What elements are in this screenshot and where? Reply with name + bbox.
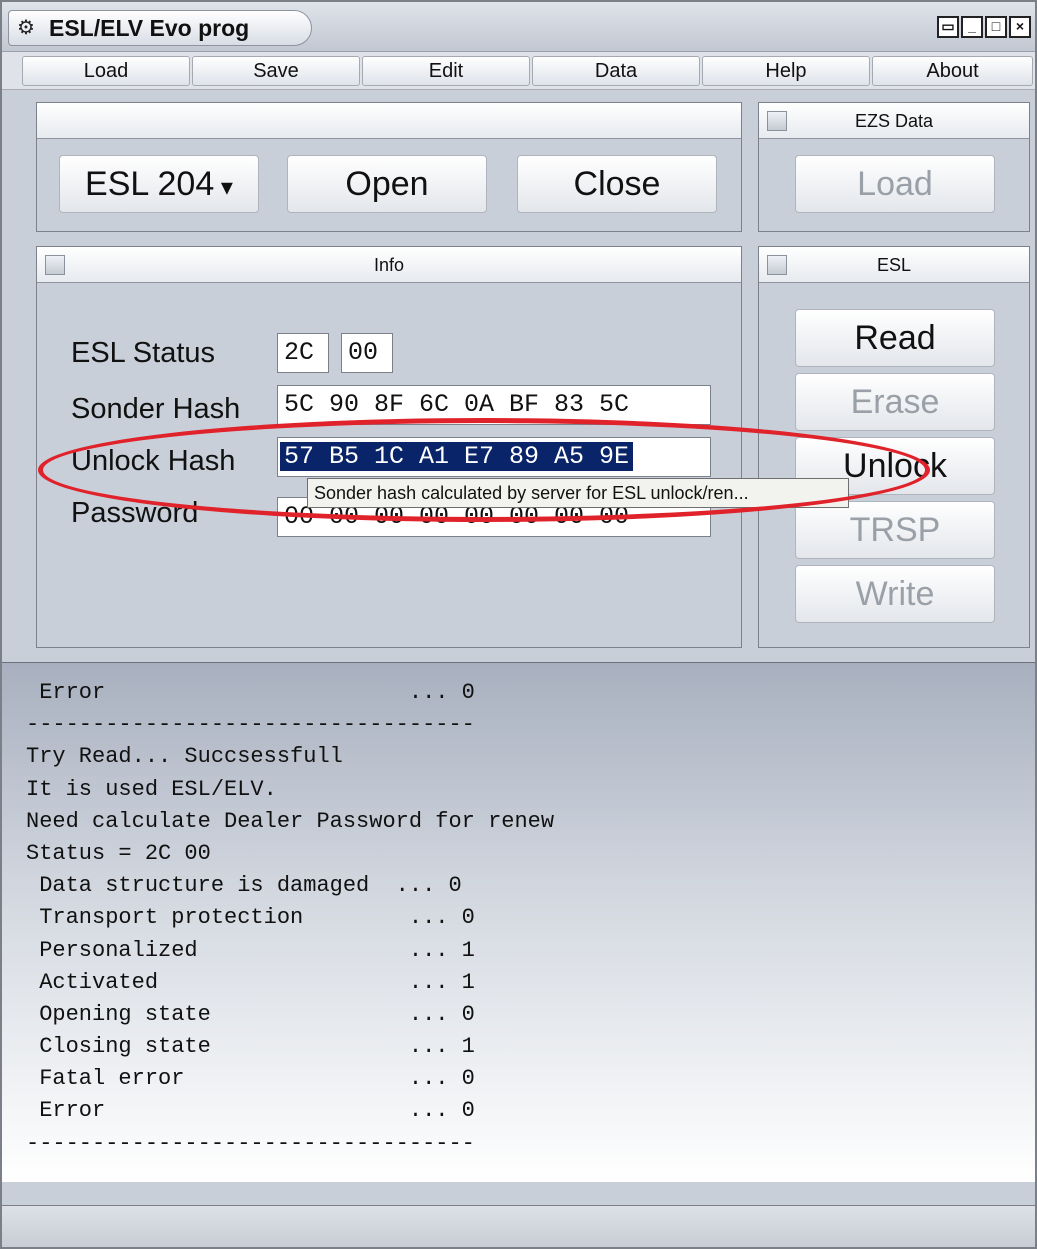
minimize-icon[interactable]: _ [961,16,983,38]
esl-panel: ESL Read Erase Unlock TRSP Write [758,246,1030,648]
info-checkbox[interactable] [45,255,65,275]
unlock-hash-label: Unlock Hash [71,445,236,477]
unlock-hash-tooltip: Sonder hash calculated by server for ESL… [307,478,849,508]
menu-data[interactable]: Data [532,56,700,86]
log-line: Error ... 0 [26,1098,475,1124]
ezs-load-button[interactable]: Load [795,155,995,213]
title-pill: ⚙ ESL/ELV Evo prog [8,10,312,46]
status-bar [2,1205,1035,1247]
log-line: Closing state ... 1 [26,1034,475,1060]
erase-button[interactable]: Erase [795,373,995,431]
log-line: ---------------------------------- [26,1130,475,1156]
log-line: ---------------------------------- [26,712,475,738]
menu-save[interactable]: Save [192,56,360,86]
restore-icon[interactable]: ▭ [937,16,959,38]
menu-about[interactable]: About [872,56,1033,86]
log-line: Error ... 0 [26,680,475,705]
window-controls: ▭ _ □ × [937,16,1031,38]
esl-status-field-2[interactable]: 00 [341,333,393,373]
esl-status-field-1[interactable]: 2C [277,333,329,373]
menu-bar: Load Save Edit Data Help About [2,52,1035,90]
sonder-hash-field[interactable]: 5C 90 8F 6C 0A BF 83 5C [277,385,711,425]
esl-panel-header: ESL [759,247,1029,283]
unlock-hash-field[interactable]: 57 B5 1C A1 E7 89 A5 9E [277,437,711,477]
ezs-data-panel-header: EZS Data [759,103,1029,139]
log-line: Fatal error ... 0 [26,1066,475,1092]
log-line: Personalized ... 1 [26,937,475,963]
ezs-data-panel: EZS Data Load [758,102,1030,232]
esl-checkbox[interactable] [767,255,787,275]
app-window: ⚙ ESL/ELV Evo prog ▭ _ □ × Load Save Edi… [0,0,1037,1249]
menu-load[interactable]: Load [22,56,190,86]
chevron-down-icon: ▾ [214,174,233,201]
info-panel-header: Info [37,247,741,283]
log-output[interactable]: Error ... 0 ----------------------------… [2,662,1035,1182]
menu-edit[interactable]: Edit [362,56,530,86]
log-line: It is used ESL/ELV. [26,776,277,802]
log-line: Activated ... 1 [26,969,475,995]
log-line: Data structure is damaged ... 0 [26,873,462,899]
key-gear-icon[interactable]: ⚙ [17,17,43,39]
log-line: Need calculate Dealer Password for renew [26,808,555,834]
close-button[interactable]: Close [517,155,717,213]
maximize-icon[interactable]: □ [985,16,1007,38]
esl-status-label: ESL Status [71,337,216,369]
password-label: Password [71,497,199,529]
write-button[interactable]: Write [795,565,995,623]
log-line: Opening state ... 0 [26,1001,475,1027]
trsp-button[interactable]: TRSP [795,501,995,559]
window-title: ESL/ELV Evo prog [49,14,250,41]
open-button[interactable]: Open [287,155,487,213]
unlock-hash-selection: 57 B5 1C A1 E7 89 A5 9E [280,442,634,471]
sonder-hash-label: Sonder Hash [71,393,241,425]
device-panel: ESL 204 ▾ Open Close [36,102,742,232]
menu-help[interactable]: Help [702,56,870,86]
device-panel-header [37,103,741,139]
close-icon[interactable]: × [1009,16,1031,38]
device-select[interactable]: ESL 204 ▾ [59,155,259,213]
title-bar[interactable]: ⚙ ESL/ELV Evo prog ▭ _ □ × [2,2,1035,52]
log-line: Status = 2C 00 [26,840,211,866]
info-panel: Info ESL Status 2C 00 Sonder Hash 5C 90 … [36,246,742,648]
log-line: Transport protection ... 0 [26,905,475,931]
ezs-data-checkbox[interactable] [767,111,787,131]
log-line: Try Read... Succsessfull [26,744,343,770]
read-button[interactable]: Read [795,309,995,367]
